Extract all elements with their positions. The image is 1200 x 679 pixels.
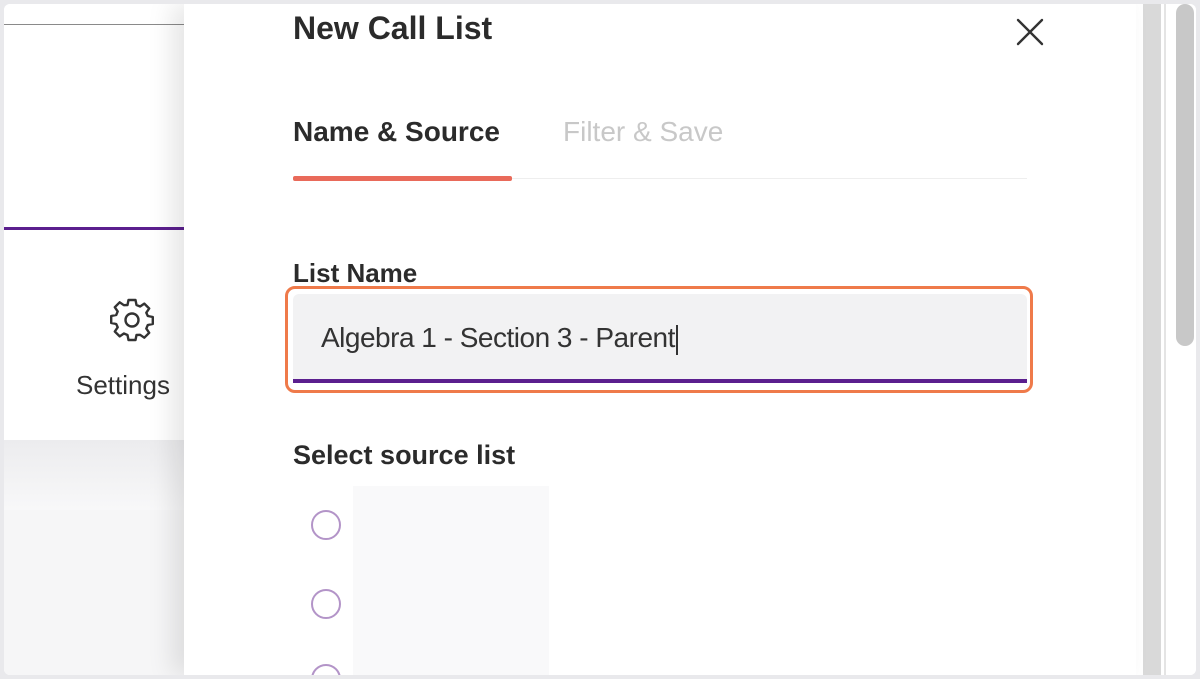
- active-tab-indicator: [293, 176, 512, 181]
- gear-icon[interactable]: [108, 296, 156, 344]
- new-call-list-modal: New Call List Name & Source Filter & Sav…: [184, 4, 1136, 675]
- list-name-input[interactable]: Algebra 1 - Section 3 - Parent: [293, 294, 1027, 383]
- list-name-value-wrap: Algebra 1 - Section 3 - Parent: [321, 322, 678, 355]
- list-name-label: List Name: [293, 258, 418, 288]
- background-panel: Settings: [4, 4, 204, 675]
- source-option-radio-2[interactable]: [311, 589, 341, 619]
- list-name-value: Algebra 1 - Section 3 - Parent: [321, 322, 675, 353]
- source-option-radio-3[interactable]: [311, 664, 341, 675]
- tabs-divider: [512, 178, 1027, 179]
- text-caret: [675, 324, 678, 355]
- tab-filter-and-save[interactable]: Filter & Save: [563, 116, 723, 148]
- source-option-radio-1[interactable]: [311, 510, 341, 540]
- modal-tabs: Name & Source Filter & Save: [293, 116, 1027, 184]
- background-divider: [4, 24, 204, 25]
- background-shadow: [4, 440, 204, 510]
- source-list-options-area: [353, 486, 549, 675]
- tab-name-and-source[interactable]: Name & Source: [293, 116, 500, 148]
- app-window: Settings New Call List Name & Source Fil…: [4, 4, 1196, 675]
- select-source-label: Select source list: [293, 440, 516, 470]
- page-scrollbar-thumb[interactable]: [1176, 4, 1194, 346]
- page-scrollbar-track[interactable]: [1143, 4, 1161, 675]
- background-active-indicator: [4, 227, 204, 230]
- settings-nav-label[interactable]: Settings: [76, 370, 170, 401]
- scrollbar-separator: [1164, 4, 1166, 675]
- modal-title: New Call List: [293, 10, 493, 46]
- close-icon[interactable]: [1010, 12, 1050, 52]
